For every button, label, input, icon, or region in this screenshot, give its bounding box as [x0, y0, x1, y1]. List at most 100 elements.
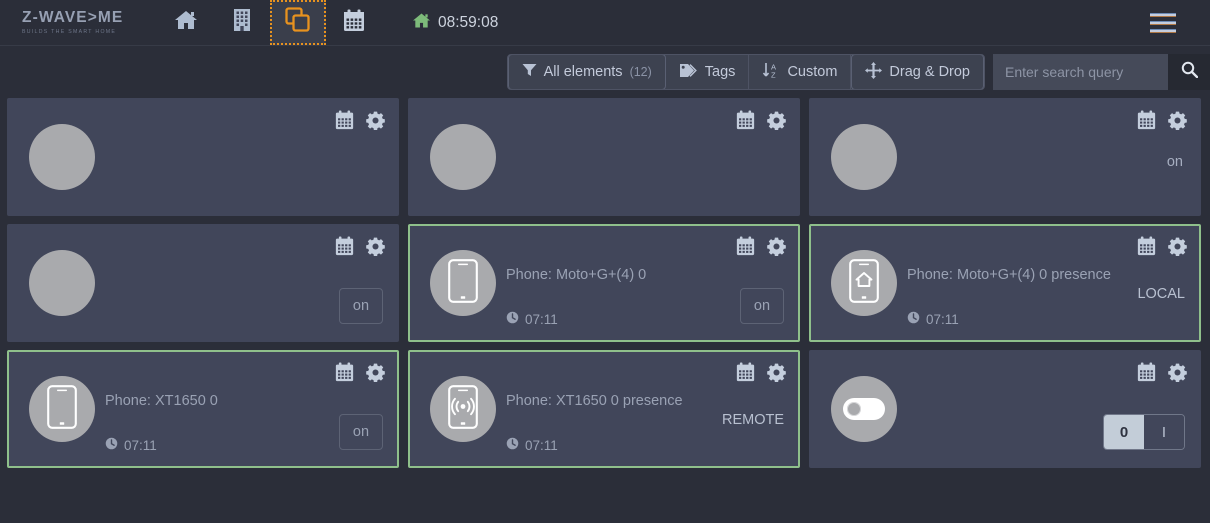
device-on-button[interactable]: on — [339, 414, 383, 450]
search-button[interactable] — [1168, 54, 1210, 90]
phone-home-icon — [849, 259, 879, 308]
device-avatar[interactable] — [29, 250, 95, 316]
nav-icon-group — [158, 0, 382, 45]
device-card[interactable]: Phone: Moto+G+(4) 0 07:11 on — [408, 224, 800, 342]
card-settings-gear-icon[interactable] — [1168, 111, 1187, 130]
clock-icon — [907, 311, 920, 327]
clock-time: 08:59:08 — [438, 14, 498, 32]
time-value: 07:11 — [525, 312, 558, 327]
building-icon — [232, 8, 252, 37]
clock-icon — [506, 311, 519, 327]
device-avatar[interactable] — [430, 250, 496, 316]
device-title: Phone: Moto+G+(4) 0 — [506, 267, 646, 283]
card-settings-gear-icon[interactable] — [767, 237, 786, 256]
menu-button[interactable] — [1150, 13, 1176, 33]
time-value: 07:11 — [525, 438, 558, 453]
tags-icon — [679, 63, 698, 82]
nav-item-rooms[interactable] — [214, 0, 270, 45]
clock-icon — [506, 437, 519, 453]
nav-item-events[interactable] — [326, 0, 382, 45]
hamburger-bar — [1150, 21, 1176, 25]
segment-option-off[interactable]: 0 — [1104, 415, 1144, 449]
sort-custom-label: Custom — [787, 64, 837, 80]
device-title: Phone: XT1650 0 — [105, 393, 218, 409]
device-on-button[interactable]: on — [339, 288, 383, 324]
device-card[interactable]: Phone: Moto+G+(4) 0 presence 07:11LOCAL — [809, 224, 1201, 342]
hamburger-bar — [1150, 13, 1176, 17]
device-avatar[interactable] — [831, 250, 897, 316]
card-schedule-icon[interactable] — [335, 362, 354, 382]
search-icon — [1181, 61, 1198, 83]
card-settings-gear-icon[interactable] — [767, 363, 786, 382]
card-settings-gear-icon[interactable] — [1168, 237, 1187, 256]
sort-alpha-icon: A Z — [762, 62, 780, 83]
svg-text:Z: Z — [771, 70, 776, 79]
card-icon-group — [1137, 110, 1187, 130]
device-avatar[interactable] — [29, 376, 95, 442]
card-icon-group — [335, 110, 385, 130]
clock-icon — [105, 437, 118, 453]
drag-drop-button[interactable]: Drag & Drop — [851, 54, 984, 90]
device-status-text: on — [1167, 154, 1183, 170]
card-icon-group — [736, 236, 786, 256]
home-icon — [174, 9, 198, 36]
card-schedule-icon[interactable] — [1137, 236, 1156, 256]
device-avatar[interactable] — [29, 124, 95, 190]
device-avatar[interactable] — [430, 124, 496, 190]
filter-tags-label: Tags — [705, 64, 736, 80]
search-input[interactable] — [993, 54, 1168, 90]
filter-all-elements-button[interactable]: All elements (12) — [508, 54, 666, 90]
card-schedule-icon[interactable] — [335, 236, 354, 256]
app-logo[interactable]: Z-WAVE>ME BUILDS THE SMART HOME — [0, 0, 150, 45]
filter-all-elements-count: (12) — [630, 65, 652, 79]
drag-drop-label: Drag & Drop — [889, 64, 970, 80]
device-card[interactable]: 0I — [809, 350, 1201, 468]
card-schedule-icon[interactable] — [1137, 362, 1156, 382]
filter-tags-button[interactable]: Tags — [666, 55, 750, 89]
card-icon-group — [335, 236, 385, 256]
filter-button-group: All elements (12) Tags A Z Custo — [507, 54, 985, 90]
card-settings-gear-icon[interactable] — [1168, 363, 1187, 382]
card-settings-gear-icon[interactable] — [366, 237, 385, 256]
card-schedule-icon[interactable] — [736, 362, 755, 382]
device-updated-time: 07:11 — [907, 311, 959, 327]
device-card[interactable]: Phone: XT1650 0 presence 07:11REMOTE — [408, 350, 800, 468]
device-card[interactable] — [7, 98, 399, 216]
device-card[interactable]: Phone: XT1650 0 07:11 on — [7, 350, 399, 468]
filter-all-elements-label: All elements — [544, 64, 623, 80]
filter-toolbar: All elements (12) Tags A Z Custo — [0, 46, 1210, 98]
device-switch-segmented-control: 0I — [1103, 414, 1185, 450]
device-card-grid: on on Phone: Moto+G+(4) 0 — [0, 98, 1210, 468]
card-icon-group — [1137, 362, 1187, 382]
device-on-button[interactable]: on — [740, 288, 784, 324]
card-settings-gear-icon[interactable] — [767, 111, 786, 130]
device-avatar[interactable] — [831, 376, 897, 442]
device-card[interactable]: on — [809, 98, 1201, 216]
toggle-switch-icon — [843, 398, 885, 420]
device-avatar[interactable] — [831, 124, 897, 190]
nav-item-elements[interactable] — [270, 0, 326, 45]
device-title: Phone: XT1650 0 presence — [506, 393, 683, 409]
card-schedule-icon[interactable] — [1137, 110, 1156, 130]
device-card[interactable] — [408, 98, 800, 216]
card-schedule-icon[interactable] — [335, 110, 354, 130]
time-value: 07:11 — [926, 312, 959, 327]
phone-signal-icon — [448, 385, 478, 434]
device-title: Phone: Moto+G+(4) 0 presence — [907, 267, 1111, 283]
nav-item-home[interactable] — [158, 0, 214, 45]
card-schedule-icon[interactable] — [736, 110, 755, 130]
search-box — [993, 54, 1210, 90]
calendar-icon — [343, 9, 365, 37]
device-updated-time: 07:11 — [105, 437, 157, 453]
device-card[interactable]: on — [7, 224, 399, 342]
sort-custom-button[interactable]: A Z Custom — [749, 55, 851, 89]
card-settings-gear-icon[interactable] — [366, 111, 385, 130]
card-settings-gear-icon[interactable] — [366, 363, 385, 382]
logo-title: Z-WAVE>ME — [22, 10, 150, 26]
card-schedule-icon[interactable] — [736, 236, 755, 256]
segment-option-on[interactable]: I — [1144, 415, 1184, 449]
card-icon-group — [335, 362, 385, 382]
device-avatar[interactable] — [430, 376, 496, 442]
move-arrows-icon — [865, 62, 882, 83]
device-updated-time: 07:11 — [506, 437, 558, 453]
